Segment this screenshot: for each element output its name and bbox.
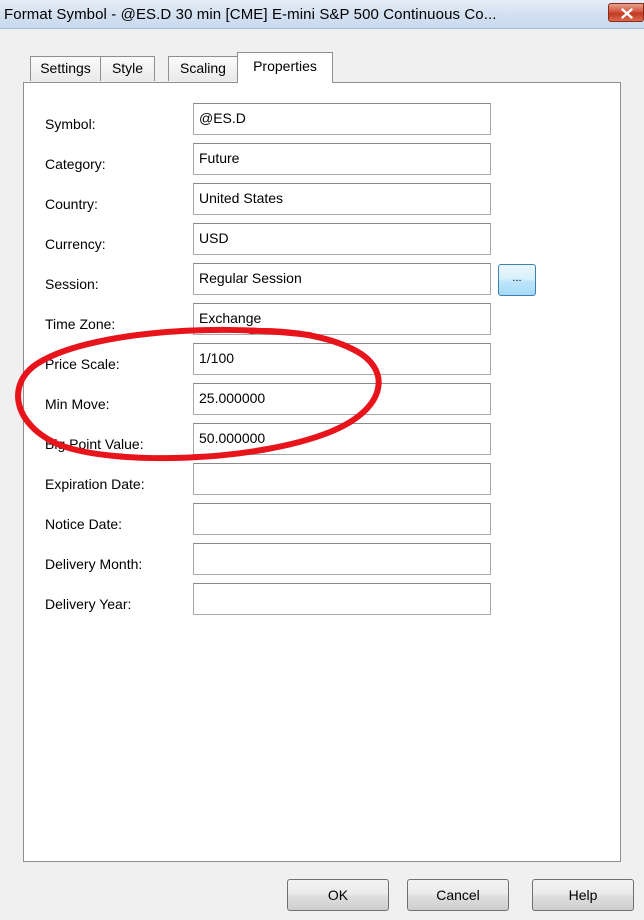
delivery-month-label: Delivery Month: [45, 556, 143, 572]
currency-field[interactable]: USD [193, 223, 491, 255]
tab-properties[interactable]: Properties [237, 52, 333, 83]
price-scale-label: Price Scale: [45, 356, 120, 372]
big-point-value-label: Big Point Value: [45, 436, 144, 452]
category-field[interactable]: Future [193, 143, 491, 175]
price-scale-field[interactable]: 1/100 [193, 343, 491, 375]
currency-label: Currency: [45, 236, 106, 252]
tab-scaling[interactable]: Scaling [168, 56, 238, 81]
tab-label: Style [111, 60, 144, 76]
format-symbol-dialog: Format Symbol - @ES.D 30 min [CME] E-min… [0, 0, 644, 920]
tab-settings[interactable]: Settings [30, 56, 101, 81]
tab-label: Scaling [180, 60, 226, 76]
tab-label: Properties [253, 58, 317, 74]
country-label: Country: [45, 196, 98, 212]
ok-button[interactable]: OK [287, 879, 389, 911]
expiration-date-field[interactable] [193, 463, 491, 495]
min-move-label: Min Move: [45, 396, 110, 412]
category-label: Category: [45, 156, 106, 172]
tab-style[interactable]: Style [100, 56, 155, 81]
delivery-year-label: Delivery Year: [45, 596, 132, 612]
country-field[interactable]: United States [193, 183, 491, 215]
tab-label: Settings [40, 60, 91, 76]
delivery-year-field[interactable] [193, 583, 491, 615]
close-icon [621, 8, 633, 19]
session-label: Session: [45, 276, 99, 292]
min-move-field[interactable]: 25.000000 [193, 383, 491, 415]
close-button[interactable] [608, 3, 644, 22]
session-field[interactable]: Regular Session [193, 263, 491, 295]
delivery-month-field[interactable] [193, 543, 491, 575]
title-bar[interactable]: Format Symbol - @ES.D 30 min [CME] E-min… [0, 0, 644, 29]
help-button[interactable]: Help [532, 879, 634, 911]
cancel-button[interactable]: Cancel [407, 879, 509, 911]
window-title: Format Symbol - @ES.D 30 min [CME] E-min… [4, 6, 497, 23]
expiration-date-label: Expiration Date: [45, 476, 145, 492]
symbol-label: Symbol: [45, 116, 96, 132]
time-zone-field[interactable]: Exchange [193, 303, 491, 335]
time-zone-label: Time Zone: [45, 316, 116, 332]
session-browse-button[interactable]: ... [498, 264, 536, 296]
notice-date-label: Notice Date: [45, 516, 123, 532]
big-point-value-field[interactable]: 50.000000 [193, 423, 491, 455]
notice-date-field[interactable] [193, 503, 491, 535]
symbol-field[interactable]: @ES.D [193, 103, 491, 135]
